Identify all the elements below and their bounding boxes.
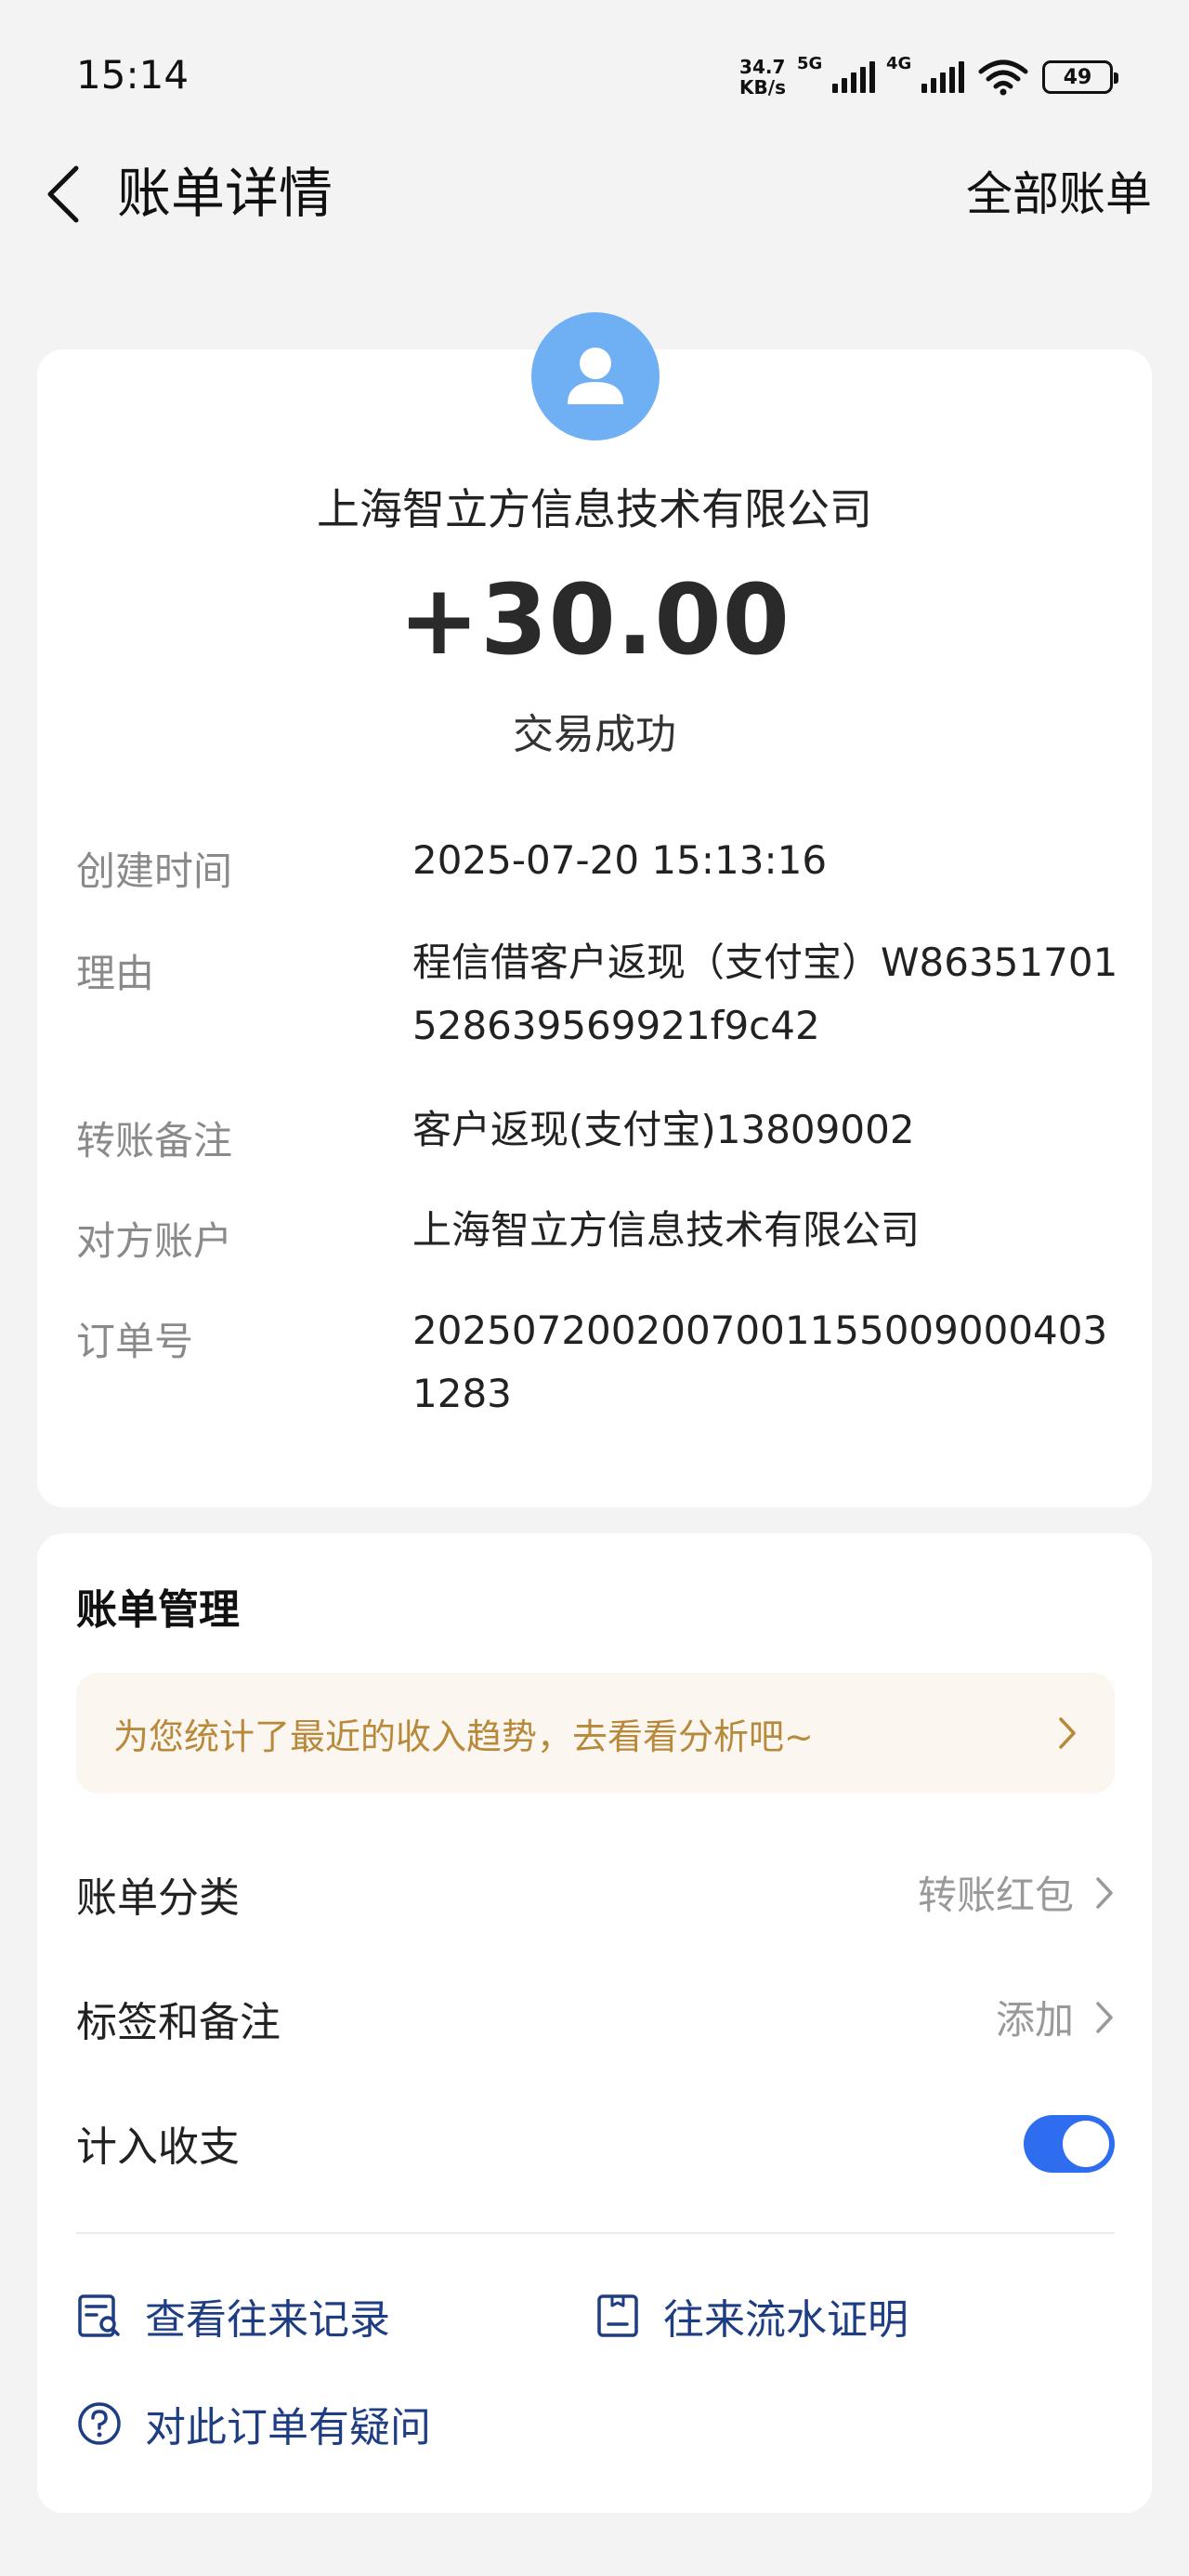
view-records-label: 查看往来记录 bbox=[145, 2296, 390, 2344]
transaction-proof-label: 往来流水证明 bbox=[663, 2296, 908, 2344]
network-speed-value: 34.7 bbox=[739, 56, 786, 78]
order-question-label: 对此订单有疑问 bbox=[145, 2404, 431, 2451]
bill-category-row[interactable]: 账单分类 转账红包 bbox=[76, 1847, 1115, 1931]
bill-management-card: 账单管理 为您统计了最近的收入趋势，去看看分析吧~ 账单分类 转账红包 标签和备… bbox=[37, 1533, 1152, 2513]
toggle-knob bbox=[1063, 2121, 1109, 2167]
signal-4g-label: 4G bbox=[886, 54, 912, 73]
status-time: 15:14 bbox=[76, 52, 189, 98]
page-title: 账单详情 bbox=[117, 162, 333, 225]
tags-notes-row[interactable]: 标签和备注 添加 bbox=[76, 1972, 1115, 2056]
all-bills-link[interactable]: 全部账单 bbox=[966, 164, 1152, 225]
merchant-avatar bbox=[531, 312, 660, 440]
chevron-right-icon bbox=[1096, 2002, 1113, 2033]
detail-label: 对方账户 bbox=[76, 1218, 233, 1264]
detail-label: 订单号 bbox=[76, 1319, 194, 1364]
detail-label: 创建时间 bbox=[76, 848, 233, 894]
transaction-status: 交易成功 bbox=[513, 711, 676, 758]
battery-icon: 49 bbox=[1042, 60, 1118, 94]
wifi-icon bbox=[978, 59, 1028, 96]
nav-header: 账单详情 全部账单 bbox=[0, 139, 1189, 251]
status-icons: 34.7 KB/s 5G 4G 49 bbox=[739, 54, 1118, 100]
detail-value: 上海智立方信息技术有限公司 bbox=[412, 1207, 921, 1253]
transaction-proof-link[interactable]: 往来流水证明 bbox=[594, 2286, 908, 2346]
detail-value: 客户返现(支付宝)13809002 bbox=[412, 1107, 915, 1152]
promo-text: 为您统计了最近的收入趋势，去看看分析吧~ bbox=[113, 1716, 814, 1757]
include-in-budget-row: 计入收支 bbox=[76, 2096, 1115, 2180]
network-speed-unit: KB/s bbox=[739, 76, 786, 99]
transaction-amount: +30.00 bbox=[398, 563, 791, 677]
detail-label: 理由 bbox=[76, 951, 155, 996]
battery-level: 49 bbox=[1063, 65, 1092, 89]
setting-value: 添加 bbox=[995, 1997, 1074, 2043]
setting-label: 账单分类 bbox=[76, 1874, 240, 1922]
transaction-card: 上海智立方信息技术有限公司 +30.00 交易成功 创建时间 2025-07-2… bbox=[37, 349, 1152, 1507]
setting-value: 转账红包 bbox=[917, 1873, 1074, 1918]
bill-detail-page: 15:14 34.7 KB/s 5G 4G 49 账单详情 全部账单 上海智立方… bbox=[0, 0, 1189, 2576]
signal-5g-icon: 5G bbox=[797, 54, 875, 93]
include-in-budget-toggle[interactable] bbox=[1024, 2115, 1115, 2173]
income-trend-banner[interactable]: 为您统计了最近的收入趋势，去看看分析吧~ bbox=[76, 1673, 1115, 1794]
back-button[interactable] bbox=[35, 162, 91, 227]
status-bar: 15:14 34.7 KB/s 5G 4G 49 bbox=[0, 0, 1189, 139]
signal-5g-label: 5G bbox=[797, 54, 823, 73]
section-title: 账单管理 bbox=[76, 1586, 240, 1634]
signal-4g-icon: 4G bbox=[886, 54, 964, 93]
setting-label: 计入收支 bbox=[76, 2123, 240, 2171]
setting-label: 标签和备注 bbox=[76, 1999, 281, 2046]
order-question-link[interactable]: 对此订单有疑问 bbox=[76, 2394, 431, 2453]
back-arrow-icon bbox=[47, 165, 79, 223]
chevron-right-icon bbox=[1096, 1877, 1113, 1909]
divider bbox=[76, 2232, 1115, 2234]
view-records-link[interactable]: 查看往来记录 bbox=[76, 2286, 390, 2346]
network-speed: 34.7 KB/s bbox=[739, 57, 786, 98]
detail-value: 2025-07-20 15:13:16 bbox=[412, 837, 828, 883]
document-icon bbox=[597, 2294, 638, 2337]
chevron-right-icon bbox=[1059, 1717, 1076, 1749]
question-circle-icon bbox=[78, 2402, 121, 2445]
detail-value[interactable]: 20250720020070011550090004031283 bbox=[412, 1299, 1118, 1426]
merchant-name: 上海智立方信息技术有限公司 bbox=[317, 484, 872, 534]
user-icon bbox=[568, 348, 623, 404]
detail-value: 程信借客户返现（支付宝）W86351701528639569921f9c42 bbox=[412, 940, 1118, 1048]
records-search-icon bbox=[78, 2294, 120, 2337]
detail-label: 转账备注 bbox=[76, 1118, 233, 1163]
